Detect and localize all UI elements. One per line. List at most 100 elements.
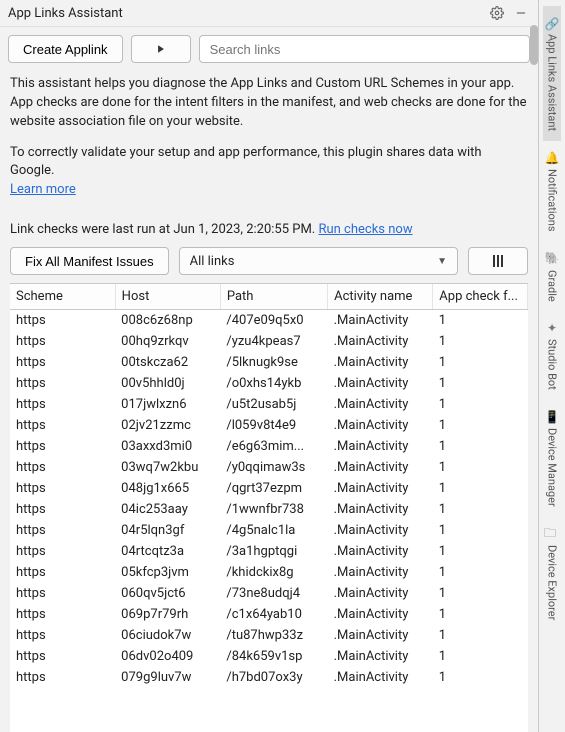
cell-scheme: https bbox=[10, 625, 115, 646]
cell-host: 06dv02o409 bbox=[115, 646, 220, 667]
cell-path: /khidckix8g bbox=[220, 562, 327, 583]
cell-activity: .MainActivity bbox=[328, 520, 433, 541]
cell-scheme: https bbox=[10, 478, 115, 499]
cell-scheme: https bbox=[10, 562, 115, 583]
cell-host: 048jg1x665 bbox=[115, 478, 220, 499]
cell-activity: .MainActivity bbox=[328, 394, 433, 415]
table-row[interactable]: https048jg1x665/qgrt37ezpm.MainActivity1 bbox=[10, 478, 528, 499]
description-p2: To correctly validate your setup and app… bbox=[10, 144, 528, 201]
gear-icon[interactable] bbox=[488, 4, 506, 22]
cell-activity: .MainActivity bbox=[328, 625, 433, 646]
cell-path: /5lknugk9se bbox=[220, 352, 327, 373]
col-host[interactable]: Host bbox=[115, 284, 220, 310]
table-row[interactable]: https06dv02o409/84k659v1sp.MainActivity1 bbox=[10, 646, 528, 667]
col-check[interactable]: App check f... bbox=[433, 284, 528, 310]
cell-scheme: https bbox=[10, 457, 115, 478]
link-icon: 🔗 bbox=[545, 16, 559, 30]
sidebar-item-notifications[interactable]: 🔔 Notifications bbox=[543, 141, 561, 242]
cell-scheme: https bbox=[10, 604, 115, 625]
table-row[interactable]: https069p7r79rh/c1x64yab10.MainActivity1 bbox=[10, 604, 528, 625]
table-row[interactable]: https060qv5jct6/73ne8udqj4.MainActivity1 bbox=[10, 583, 528, 604]
cell-path: /c1x64yab10 bbox=[220, 604, 327, 625]
cell-scheme: https bbox=[10, 541, 115, 562]
cell-host: 04rtcqtz3a bbox=[115, 541, 220, 562]
cell-host: 008c6z68np bbox=[115, 310, 220, 332]
scrollbar[interactable] bbox=[530, 25, 538, 65]
table-row[interactable]: https079g9luv7w/h7bd07ox3y.MainActivity1 bbox=[10, 667, 528, 688]
table-row[interactable]: https00hq9zrkqv/yzu4kpeas7.MainActivity1 bbox=[10, 331, 528, 352]
cell-path: /h7bd07ox3y bbox=[220, 667, 327, 688]
cell-scheme: https bbox=[10, 667, 115, 688]
cell-activity: .MainActivity bbox=[328, 373, 433, 394]
cell-path: /u5t2usab5j bbox=[220, 394, 327, 415]
filter-select[interactable]: All links ▼ bbox=[179, 247, 458, 275]
table-row[interactable]: https017jwlxzn6/u5t2usab5j.MainActivity1 bbox=[10, 394, 528, 415]
table-row[interactable]: https04r5lqn3gf/4g5nalc1la.MainActivity1 bbox=[10, 520, 528, 541]
cell-host: 079g9luv7w bbox=[115, 667, 220, 688]
cell-host: 03wq7w2kbu bbox=[115, 457, 220, 478]
table-row[interactable]: https04ic253aay/1wwnfbr738.MainActivity1 bbox=[10, 499, 528, 520]
table-row[interactable]: https05kfcp3jvm/khidckix8g.MainActivity1 bbox=[10, 562, 528, 583]
cell-check: 1 bbox=[433, 604, 528, 625]
table-row[interactable]: https00tskcza62/5lknugk9se.MainActivity1 bbox=[10, 352, 528, 373]
cell-scheme: https bbox=[10, 436, 115, 457]
table-row[interactable]: https02jv21zzmc/l059v8t4e9.MainActivity1 bbox=[10, 415, 528, 436]
cell-activity: .MainActivity bbox=[328, 457, 433, 478]
run-button[interactable] bbox=[131, 35, 191, 63]
cell-activity: .MainActivity bbox=[328, 415, 433, 436]
table-row[interactable]: https008c6z68np/407e09q5x0.MainActivity1 bbox=[10, 310, 528, 332]
cell-activity: .MainActivity bbox=[328, 646, 433, 667]
col-path[interactable]: Path bbox=[220, 284, 327, 310]
cell-scheme: https bbox=[10, 310, 115, 332]
columns-button[interactable] bbox=[468, 247, 528, 275]
cell-check: 1 bbox=[433, 541, 528, 562]
cell-scheme: https bbox=[10, 520, 115, 541]
cell-check: 1 bbox=[433, 520, 528, 541]
sidebar-item-device-manager[interactable]: 📱 Device Manager bbox=[543, 400, 561, 517]
cell-host: 03axxd3mi0 bbox=[115, 436, 220, 457]
col-scheme[interactable]: Scheme bbox=[10, 284, 115, 310]
chevron-down-icon: ▼ bbox=[437, 256, 447, 267]
cell-scheme: https bbox=[10, 646, 115, 667]
cell-check: 1 bbox=[433, 373, 528, 394]
sidebar-item-gradle[interactable]: 🐘 Gradle bbox=[543, 242, 561, 312]
cell-path: /l059v8t4e9 bbox=[220, 415, 327, 436]
cell-activity: .MainActivity bbox=[328, 667, 433, 688]
table-row[interactable]: https03wq7w2kbu/y0qqimaw3s.MainActivity1 bbox=[10, 457, 528, 478]
cell-path: /o0xhs14ykb bbox=[220, 373, 327, 394]
cell-activity: .MainActivity bbox=[328, 604, 433, 625]
sidebar-item-app-links[interactable]: 🔗 App Links Assistant bbox=[543, 6, 561, 141]
cell-host: 00tskcza62 bbox=[115, 352, 220, 373]
sidebar-item-studio-bot[interactable]: ✦ Studio Bot bbox=[543, 311, 561, 400]
table-row[interactable]: https03axxd3mi0/e6g63mim....MainActivity… bbox=[10, 436, 528, 457]
search-input[interactable] bbox=[199, 35, 530, 63]
cell-check: 1 bbox=[433, 331, 528, 352]
sidebar-item-device-explorer[interactable]: 🗀 Device Explorer bbox=[543, 517, 561, 630]
table-row[interactable]: https06ciudok7w/tu87hwp33z.MainActivity1 bbox=[10, 625, 528, 646]
cell-check: 1 bbox=[433, 478, 528, 499]
side-toolbar: 🔗 App Links Assistant 🔔 Notifications 🐘 … bbox=[539, 0, 565, 732]
controls-row: Fix All Manifest Issues All links ▼ bbox=[0, 247, 538, 283]
cell-check: 1 bbox=[433, 415, 528, 436]
table-header-row: Scheme Host Path Activity name App check… bbox=[10, 284, 528, 310]
col-activity[interactable]: Activity name bbox=[328, 284, 433, 310]
cell-activity: .MainActivity bbox=[328, 541, 433, 562]
cell-check: 1 bbox=[433, 310, 528, 332]
table-row[interactable]: https00v5hhld0j/o0xhs14ykb.MainActivity1 bbox=[10, 373, 528, 394]
cell-check: 1 bbox=[433, 562, 528, 583]
cell-path: /qgrt37ezpm bbox=[220, 478, 327, 499]
minimize-icon[interactable] bbox=[512, 4, 530, 22]
fix-manifest-button[interactable]: Fix All Manifest Issues bbox=[10, 247, 169, 275]
cell-activity: .MainActivity bbox=[328, 331, 433, 352]
learn-more-link[interactable]: Learn more bbox=[10, 182, 76, 197]
cell-path: /4g5nalc1la bbox=[220, 520, 327, 541]
window-title: App Links Assistant bbox=[8, 6, 482, 21]
cell-path: /tu87hwp33z bbox=[220, 625, 327, 646]
table-row[interactable]: https04rtcqtz3a/3a1hgptqgi.MainActivity1 bbox=[10, 541, 528, 562]
cell-scheme: https bbox=[10, 499, 115, 520]
cell-check: 1 bbox=[433, 646, 528, 667]
run-checks-link[interactable]: Run checks now bbox=[318, 222, 412, 237]
cell-check: 1 bbox=[433, 436, 528, 457]
create-applink-button[interactable]: Create Applink bbox=[8, 35, 123, 63]
cell-check: 1 bbox=[433, 583, 528, 604]
